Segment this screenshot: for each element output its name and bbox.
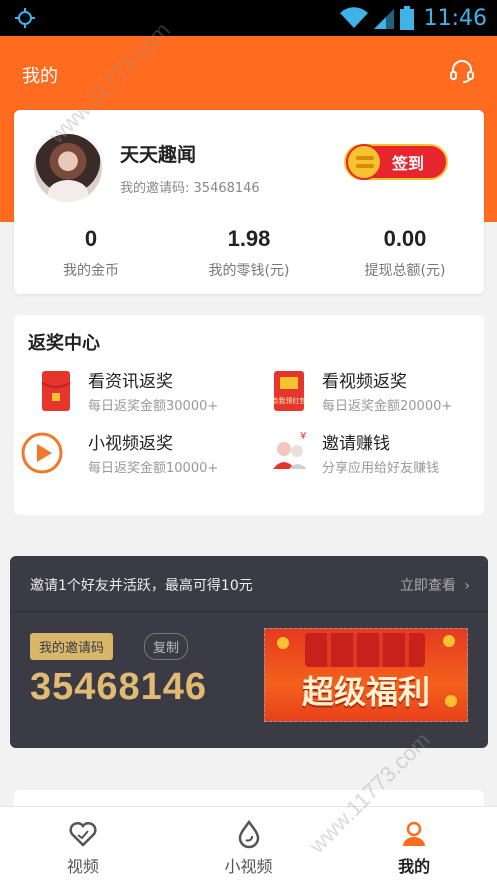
video-envelope-icon: 点我领红包 [272, 371, 307, 411]
invite-code-large: 35468146 [30, 666, 208, 708]
username: 天天趣闻 [120, 144, 197, 166]
chevron-right-icon: › [464, 578, 470, 594]
status-time: 11:46 [423, 5, 487, 31]
stat-value: 0.00 [383, 226, 427, 251]
reward-item-invite[interactable]: ¥ 邀请赚钱 分享应用给好友赚钱 [270, 429, 480, 479]
battery-icon [399, 6, 414, 30]
stat-withdrawn[interactable]: 0.00 提现总额(元) [330, 226, 480, 280]
stat-coins[interactable]: 0 我的金币 [16, 226, 166, 280]
stat-value: 1.98 [227, 226, 271, 251]
reward-title: 邀请赚钱 [322, 434, 390, 454]
status-bar: 11:46 [0, 0, 497, 36]
rewards-title: 返奖中心 [28, 333, 100, 354]
location-icon [15, 8, 35, 28]
avatar[interactable] [34, 134, 102, 202]
view-now-link[interactable]: 立即查看 › [400, 575, 470, 595]
signal-icon [373, 9, 394, 29]
bottom-tab-bar: 视频 小视频 我的 [0, 806, 497, 884]
stat-label: 我的金币 [63, 263, 119, 279]
banner-text: 邀请1个好友并活跃，最高可得10元 [30, 578, 253, 594]
tab-mine[interactable]: 我的 [331, 807, 497, 884]
coin-stack-icon [346, 144, 382, 180]
red-envelope-icon [41, 371, 71, 411]
svg-text:¥: ¥ [300, 431, 306, 442]
page-title: 我的 [22, 66, 58, 87]
invite-code-label: 我的邀请码: [120, 181, 190, 196]
copy-button[interactable]: 复制 [144, 633, 189, 660]
profile-card: 天天趣闻 我的邀请码: 35468146 签到 0 我的金币 1.98 我的零钱… [14, 110, 484, 294]
heart-tab-icon [69, 821, 97, 847]
headset-icon[interactable] [449, 58, 475, 84]
reward-subtitle: 分享应用给好友赚钱 [322, 461, 440, 476]
envelope-badge: 点我领红包 [272, 396, 307, 405]
play-icon [21, 432, 63, 474]
reward-item-video[interactable]: 点我领红包 看视频返奖 每日返奖金额20000+ [270, 367, 480, 417]
tab-label: 小视频 [224, 857, 273, 876]
envelopes-graphic [305, 633, 425, 667]
checkin-label: 签到 [391, 154, 424, 173]
stat-value: 0 [84, 226, 98, 251]
invite-code-tag: 我的邀请码 [30, 633, 114, 660]
reward-title: 小视频返奖 [88, 434, 173, 454]
person-tab-icon [403, 821, 426, 846]
tab-label: 视频 [66, 857, 99, 876]
reward-title: 看视频返奖 [322, 372, 407, 392]
reward-subtitle: 每日返奖金额20000+ [322, 399, 453, 414]
coin-icon [277, 637, 289, 649]
reward-subtitle: 每日返奖金额10000+ [88, 461, 219, 476]
invite-code-value: 35468146 [193, 181, 260, 196]
stat-label: 我的零钱(元) [208, 263, 290, 279]
banner-header[interactable]: 邀请1个好友并活跃，最高可得10元 立即查看 › [10, 556, 488, 612]
stat-change[interactable]: 1.98 我的零钱(元) [174, 226, 324, 280]
tab-short-video[interactable]: 小视频 [166, 807, 332, 884]
tab-label: 我的 [398, 857, 431, 876]
super-welfare-banner[interactable]: 超级福利 [264, 628, 468, 722]
reward-item-news[interactable]: 看资讯返奖 每日返奖金额30000+ [36, 367, 256, 417]
invite-banner: 邀请1个好友并活跃，最高可得10元 立即查看 › 我的邀请码 复制 354681… [10, 556, 488, 748]
super-welfare-text: 超级福利 [301, 673, 430, 711]
wifi-icon [339, 7, 368, 29]
invite-friends-icon: ¥ [273, 431, 307, 469]
checkin-button[interactable]: 签到 [344, 144, 448, 180]
coin-icon [443, 635, 455, 647]
drop-tab-icon [238, 819, 259, 849]
reward-item-short-video[interactable]: 小视频返奖 每日返奖金额10000+ [20, 429, 256, 479]
tab-video[interactable]: 视频 [0, 807, 166, 884]
invite-code-line: 我的邀请码: 35468146 [120, 177, 260, 196]
reward-subtitle: 每日返奖金额30000+ [88, 399, 219, 414]
reward-title: 看资讯返奖 [88, 372, 173, 392]
rewards-center-card: 返奖中心 看资讯返奖 每日返奖金额30000+ 点我领红包 看视频返奖 每日返奖… [14, 315, 484, 515]
view-now-label: 立即查看 [399, 578, 456, 594]
stat-label: 提现总额(元) [364, 263, 446, 279]
